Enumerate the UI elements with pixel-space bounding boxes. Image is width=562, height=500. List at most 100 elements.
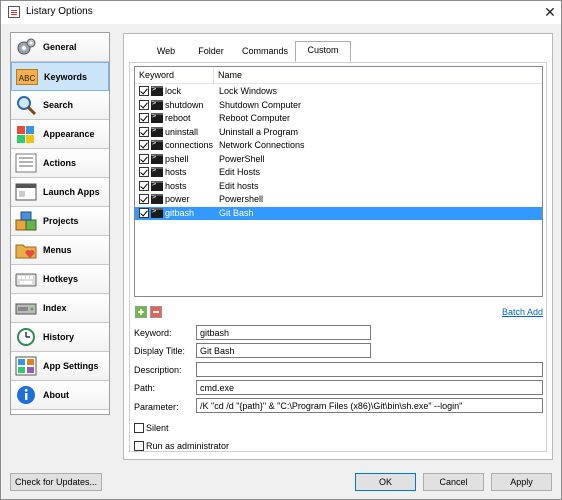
window-title: Listary Options: [26, 6, 93, 17]
run-as-admin-label[interactable]: Run as administrator: [146, 441, 229, 451]
row-keyword: gitbash: [165, 207, 195, 218]
row-keyword: uninstall: [165, 126, 199, 137]
close-button[interactable]: ✕: [539, 2, 561, 22]
row-name: Git Bash: [219, 207, 254, 218]
actions-list-icon: [15, 153, 37, 173]
row-checkbox[interactable]: [139, 153, 149, 164]
parameter-label: Parameter:: [134, 402, 179, 412]
tab-custom[interactable]: Custom: [295, 41, 351, 62]
row-keyword: connections: [165, 140, 214, 150]
remove-keyword-button[interactable]: [150, 306, 162, 318]
sidebar-item-label: Hotkeys: [43, 274, 79, 284]
list-row[interactable]: hosts Edit hosts: [135, 180, 542, 193]
abc-icon: ABC: [16, 69, 38, 85]
sidebar-item-label: Index: [43, 303, 67, 313]
row-checkbox[interactable]: [139, 167, 149, 177]
sidebar-item-general[interactable]: General: [11, 33, 109, 62]
heart-folder-icon: [15, 244, 37, 259]
column-separator[interactable]: [213, 67, 214, 84]
display-title-field[interactable]: Git Bash: [196, 343, 371, 358]
terminal-icon: [151, 99, 163, 110]
gears-icon: [17, 38, 36, 55]
list-row[interactable]: reboot Reboot Computer: [135, 112, 542, 125]
palette-icon: [17, 126, 34, 143]
terminal-icon: [151, 85, 163, 96]
row-name: Uninstall a Program: [219, 126, 299, 137]
row-name: Powershell: [219, 194, 264, 204]
row-name: Edit Hosts: [219, 167, 261, 177]
keyboard-icon: [15, 273, 37, 287]
sidebar-item-index[interactable]: Index: [11, 294, 109, 323]
tab-commands[interactable]: Commands: [235, 43, 295, 62]
list-row[interactable]: shutdown Shutdown Computer: [135, 99, 542, 112]
sidebar-item-about[interactable]: About: [11, 381, 109, 410]
launch-apps-icon: [15, 183, 37, 201]
keyword-field[interactable]: gitbash: [196, 325, 371, 340]
sidebar-item-appearance[interactable]: Appearance: [11, 120, 109, 149]
sidebar: General ABC Keywords Search Appearance A…: [10, 32, 110, 415]
boxes-icon: [15, 211, 37, 231]
batch-add-link[interactable]: Batch Add: [502, 307, 543, 317]
terminal-icon: [151, 193, 163, 204]
sidebar-item-search[interactable]: Search: [11, 91, 109, 120]
sidebar-item-launch-apps[interactable]: Launch Apps: [11, 178, 109, 207]
silent-label[interactable]: Silent: [146, 423, 169, 433]
listary-app-icon: [8, 6, 20, 18]
row-checkbox[interactable]: [139, 126, 149, 137]
row-checkbox[interactable]: [139, 180, 149, 191]
row-keyword: hosts: [165, 180, 187, 191]
description-field[interactable]: [196, 362, 543, 377]
sidebar-item-label: Launch Apps: [43, 187, 100, 197]
column-header-name[interactable]: Name: [218, 70, 242, 80]
row-checkbox[interactable]: [139, 194, 149, 204]
silent-checkbox[interactable]: [134, 423, 144, 433]
sidebar-item-label: Actions: [43, 158, 77, 168]
terminal-icon: [151, 180, 163, 191]
row-checkbox[interactable]: [139, 207, 149, 218]
run-as-admin-checkbox[interactable]: [134, 441, 144, 451]
sidebar-item-label: Projects: [43, 216, 79, 226]
terminal-icon: [151, 139, 163, 150]
check-for-updates-button[interactable]: Check for Updates...: [10, 473, 102, 491]
keyword-list[interactable]: Keyword Name lock Lock Windows shutdown …: [134, 66, 543, 297]
add-keyword-button[interactable]: [135, 306, 147, 318]
row-checkbox[interactable]: [139, 86, 149, 96]
sidebar-item-history[interactable]: History: [11, 323, 109, 352]
tab-folder[interactable]: Folder: [187, 43, 235, 62]
sidebar-item-label: General: [43, 42, 77, 52]
terminal-icon: [151, 166, 163, 177]
row-name: Shutdown Computer: [219, 99, 302, 110]
sidebar-item-actions[interactable]: Actions: [11, 149, 109, 178]
sidebar-item-projects[interactable]: Projects: [11, 207, 109, 236]
list-row[interactable]: hosts Edit Hosts: [135, 166, 542, 179]
list-row[interactable]: connections Network Connections: [135, 139, 542, 152]
row-checkbox[interactable]: [139, 140, 149, 150]
list-row[interactable]: lock Lock Windows: [135, 85, 542, 98]
column-header-keyword[interactable]: Keyword: [139, 70, 174, 80]
list-row[interactable]: pshell PowerShell: [135, 153, 542, 166]
sidebar-item-hotkeys[interactable]: Hotkeys: [11, 265, 109, 294]
row-name: Edit hosts: [219, 180, 259, 191]
row-checkbox[interactable]: [139, 113, 149, 123]
info-icon: [17, 386, 35, 404]
tab-web[interactable]: Web: [145, 43, 187, 62]
terminal-icon: [151, 126, 163, 137]
apply-button[interactable]: Apply: [491, 473, 552, 491]
cancel-button[interactable]: Cancel: [423, 473, 484, 491]
sidebar-item-menus[interactable]: Menus: [11, 236, 109, 265]
sidebar-item-app-settings[interactable]: App Settings: [11, 352, 109, 381]
row-checkbox[interactable]: [139, 99, 149, 110]
list-row-selected[interactable]: gitbash Git Bash: [135, 206, 542, 220]
parameter-field[interactable]: /K "cd /d "{path}" & "C:\Program Files (…: [196, 398, 543, 413]
magnifier-icon: [17, 96, 37, 115]
sidebar-item-label: Keywords: [44, 72, 88, 82]
index-drive-icon: [15, 303, 37, 315]
terminal-icon: [151, 207, 163, 218]
list-row[interactable]: uninstall Uninstall a Program: [135, 126, 542, 139]
row-keyword: hosts: [165, 167, 187, 177]
ok-button[interactable]: OK: [355, 473, 416, 491]
path-field[interactable]: cmd.exe: [196, 380, 543, 395]
sidebar-item-keywords[interactable]: ABC Keywords: [11, 62, 109, 91]
list-row[interactable]: power Powershell: [135, 193, 542, 206]
list-header: Keyword Name: [135, 67, 542, 84]
